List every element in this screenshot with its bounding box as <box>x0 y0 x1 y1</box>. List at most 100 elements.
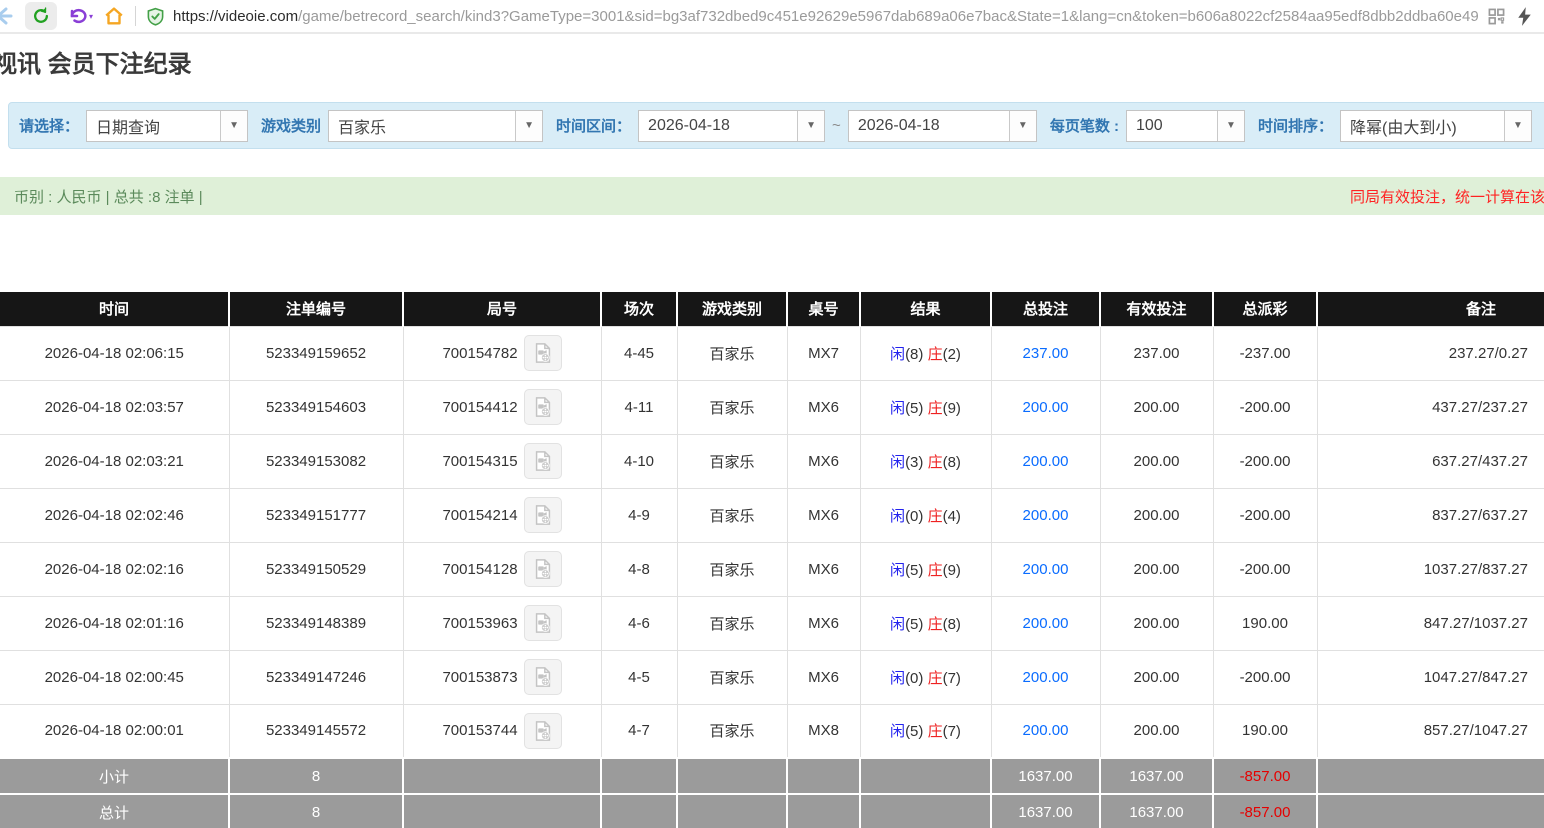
total-bet-link[interactable]: 237.00 <box>1023 345 1069 362</box>
sort-order-combobox[interactable]: ▼ <box>1340 110 1532 142</box>
cell-time: 2026-04-18 02:00:01 <box>0 704 229 758</box>
query-mode-dropdown-arrow-icon[interactable]: ▼ <box>220 111 247 141</box>
sort-order-dropdown-arrow-icon[interactable]: ▼ <box>1504 111 1531 141</box>
query-mode-input[interactable] <box>87 111 220 141</box>
undo-icon[interactable]: ▾ <box>67 6 93 26</box>
grand-total-row: 总计81637.001637.00-857.00 <box>0 794 1544 828</box>
table-row: 2026-04-18 02:02:46523349151777700154214… <box>0 488 1544 542</box>
cell-table-number: MX7 <box>787 326 860 380</box>
video-replay-button[interactable] <box>524 659 562 695</box>
page-size-dropdown-arrow-icon[interactable]: ▼ <box>1217 111 1244 141</box>
sort-order-input[interactable] <box>1341 111 1504 141</box>
table-row: 2026-04-18 02:00:01523349145572700153744… <box>0 704 1544 758</box>
cell-bet-number: 523349151777 <box>229 488 403 542</box>
url-path[interactable]: /game/betrecord_search/kind3?GameType=30… <box>298 8 1478 25</box>
video-file-icon <box>532 612 554 634</box>
date-from-dropdown-arrow-icon[interactable]: ▼ <box>797 111 824 141</box>
column-header-4: 游戏类别 <box>677 292 787 326</box>
select-mode-label: 请选择： <box>19 115 79 136</box>
video-replay-button[interactable] <box>524 605 562 641</box>
game-type-input[interactable] <box>329 111 515 141</box>
cell-bet-number: 523349150529 <box>229 542 403 596</box>
cell-valid-bet: 200.00 <box>1100 434 1213 488</box>
result-banker-label: 庄 <box>928 454 943 471</box>
result-banker-label: 庄 <box>928 400 943 417</box>
cell-round-number: 700153873 <box>403 650 601 704</box>
result-player-points: (8) <box>905 346 923 363</box>
cell-payout: -200.00 <box>1213 650 1317 704</box>
undo-dropdown-caret[interactable]: ▾ <box>89 12 93 21</box>
cell-game-type: 百家乐 <box>677 542 787 596</box>
cell-time: 2026-04-18 02:03:21 <box>0 434 229 488</box>
cell-table-number: MX8 <box>787 704 860 758</box>
cell-time: 2026-04-18 02:02:16 <box>0 542 229 596</box>
date-from-input[interactable] <box>639 111 797 141</box>
round-number-text: 700154128 <box>442 561 517 578</box>
total-bet-link[interactable]: 200.00 <box>1023 453 1069 470</box>
result-banker-points: (8) <box>943 454 961 471</box>
cell-time: 2026-04-18 02:00:45 <box>0 650 229 704</box>
result-banker-points: (7) <box>943 723 961 740</box>
footer-empty-remark <box>1317 758 1544 794</box>
total-bet-link[interactable]: 200.00 <box>1023 722 1069 739</box>
game-type-combobox[interactable]: ▼ <box>328 110 543 142</box>
cell-result: 闲(0) 庄(4) <box>860 488 991 542</box>
date-to-input[interactable] <box>849 111 1009 141</box>
result-player-points: (5) <box>905 400 923 417</box>
query-mode-combobox[interactable]: ▼ <box>86 110 248 142</box>
video-replay-button[interactable] <box>524 551 562 587</box>
footer-count: 8 <box>229 758 403 794</box>
cell-result: 闲(5) 庄(8) <box>860 596 991 650</box>
cell-total-bet: 200.00 <box>991 650 1100 704</box>
cell-table-number: MX6 <box>787 650 860 704</box>
total-bet-link[interactable]: 200.00 <box>1023 669 1069 686</box>
date-from-picker[interactable]: ▼ <box>638 110 825 142</box>
cell-remark: 837.27/637.27 <box>1317 488 1544 542</box>
total-bet-link[interactable]: 200.00 <box>1023 561 1069 578</box>
total-bet-link[interactable]: 200.00 <box>1023 399 1069 416</box>
url-domain[interactable]: https://videoie.com <box>173 8 298 25</box>
page-size-combobox[interactable]: ▼ <box>1126 110 1245 142</box>
lightning-icon[interactable] <box>1517 7 1532 26</box>
footer-empty-table <box>787 794 860 828</box>
total-bet-link[interactable]: 200.00 <box>1023 615 1069 632</box>
column-header-10: 备注 <box>1317 292 1544 326</box>
back-icon[interactable] <box>0 4 15 28</box>
page-size-input[interactable] <box>1127 111 1217 141</box>
footer-empty-game <box>677 794 787 828</box>
table-row: 2026-04-18 02:03:21523349153082700154315… <box>0 434 1544 488</box>
cell-session: 4-11 <box>601 380 677 434</box>
result-banker-label: 庄 <box>928 508 943 525</box>
cell-payout: -200.00 <box>1213 488 1317 542</box>
cell-valid-bet: 200.00 <box>1100 596 1213 650</box>
video-replay-button[interactable] <box>524 713 562 749</box>
url-text[interactable]: https://videoie.com/game/betrecord_searc… <box>173 8 1478 25</box>
video-replay-button[interactable] <box>524 335 562 371</box>
game-type-label: 游戏类别 <box>261 115 321 136</box>
result-banker-points: (2) <box>943 346 961 363</box>
refresh-icon[interactable] <box>25 2 57 30</box>
cell-game-type: 百家乐 <box>677 596 787 650</box>
cell-valid-bet: 200.00 <box>1100 650 1213 704</box>
qr-code-icon[interactable] <box>1488 8 1505 25</box>
footer-total-bet: 1637.00 <box>991 794 1100 828</box>
video-replay-button[interactable] <box>524 443 562 479</box>
game-type-dropdown-arrow-icon[interactable]: ▼ <box>515 111 542 141</box>
video-replay-button[interactable] <box>524 497 562 533</box>
browser-toolbar: ▾ https://videoie.com/game/betrecord_sea… <box>0 0 1544 34</box>
result-banker-points: (4) <box>943 508 961 525</box>
video-replay-button[interactable] <box>524 389 562 425</box>
cell-result: 闲(5) 庄(7) <box>860 704 991 758</box>
video-file-icon <box>532 720 554 742</box>
security-shield-icon[interactable] <box>146 7 165 26</box>
date-to-picker[interactable]: ▼ <box>848 110 1037 142</box>
round-number-text: 700153744 <box>442 722 517 739</box>
date-to-dropdown-arrow-icon[interactable]: ▼ <box>1009 111 1036 141</box>
home-icon[interactable] <box>103 5 125 27</box>
total-bet-link[interactable]: 200.00 <box>1023 507 1069 524</box>
video-file-icon <box>532 396 554 418</box>
result-banker-points: (9) <box>943 400 961 417</box>
video-file-icon <box>532 558 554 580</box>
address-bar[interactable]: https://videoie.com/game/betrecord_searc… <box>146 7 1478 26</box>
cell-remark: 1037.27/837.27 <box>1317 542 1544 596</box>
